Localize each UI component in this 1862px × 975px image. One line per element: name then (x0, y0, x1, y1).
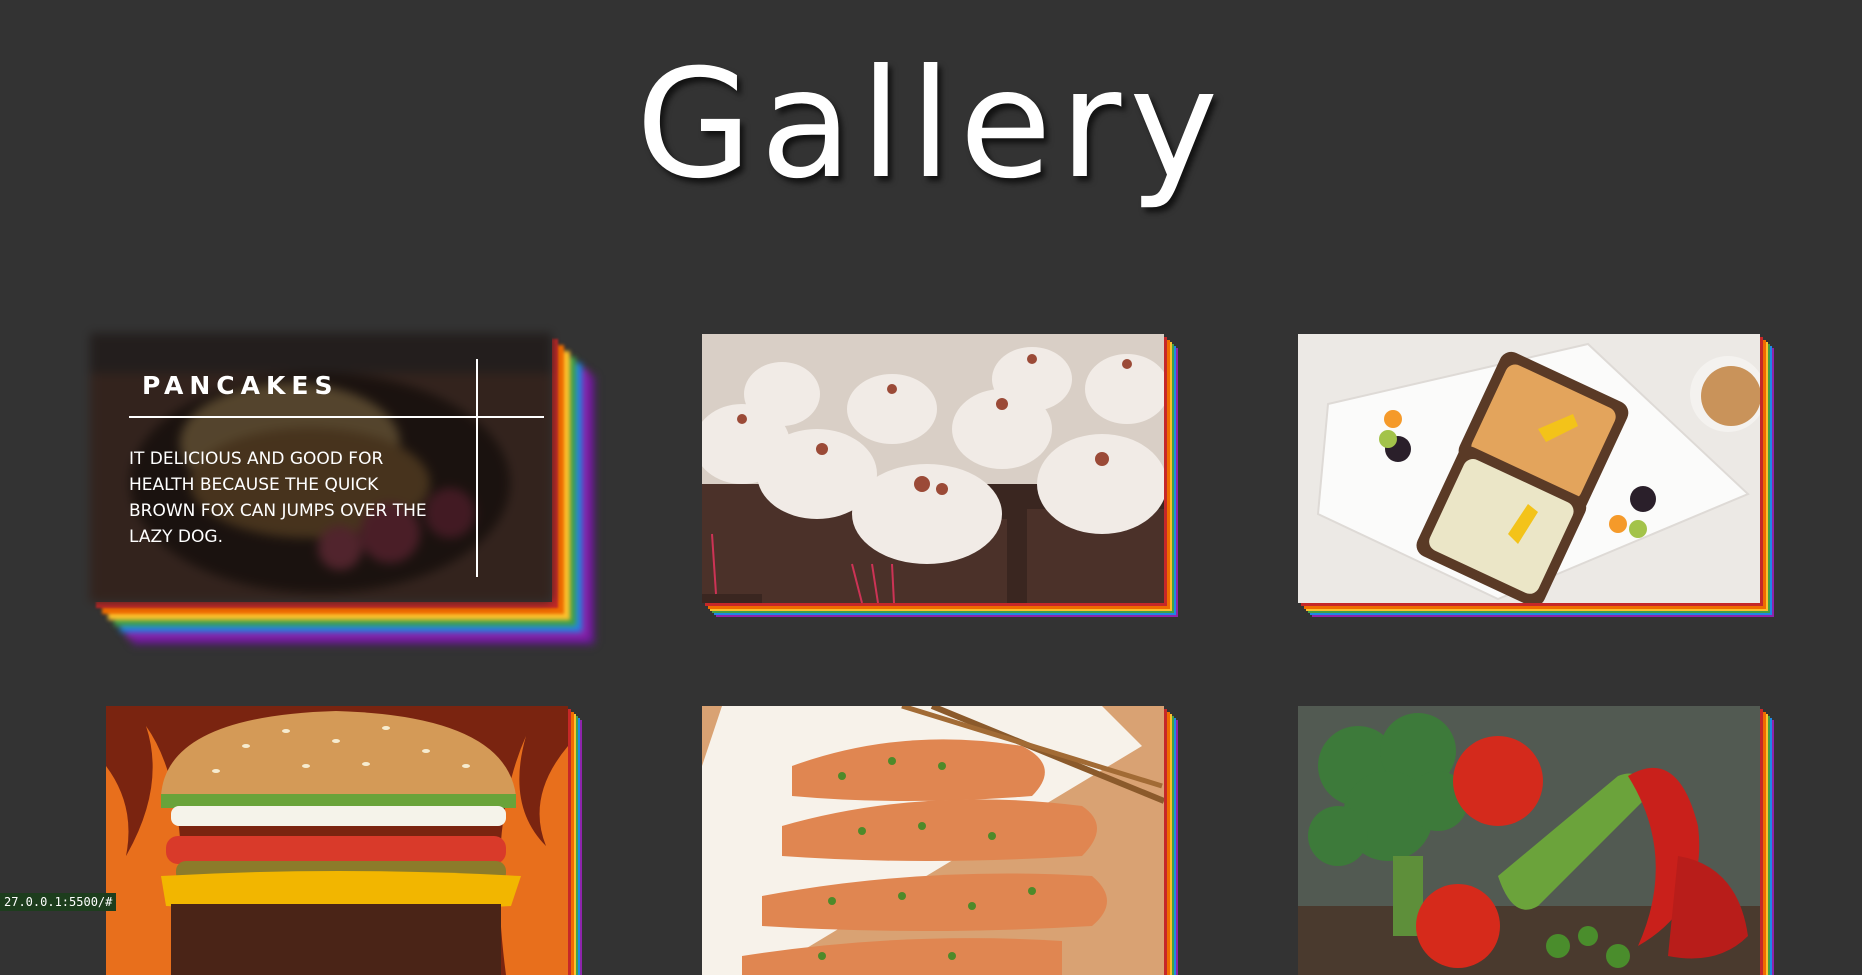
gallery-card-pancakes[interactable]: PANCAKES IT DELICIOUS AND GOOD FOR HEALT… (90, 333, 552, 602)
card-divider-vertical (476, 359, 478, 577)
gallery-card-burger[interactable] (106, 706, 568, 975)
vegetables-image (1298, 706, 1760, 975)
gallery-card-vegetables[interactable] (1298, 706, 1760, 975)
toast-plate-image (1298, 334, 1760, 603)
card-title: PANCAKES (142, 371, 339, 400)
gallery-card-toast[interactable] (1298, 334, 1760, 603)
cheeseburger-image (106, 706, 568, 975)
salmon-image (702, 706, 1164, 975)
gallery-card-cupcakes[interactable] (702, 334, 1164, 603)
card-description: IT DELICIOUS AND GOOD FOR HEALTH BECAUSE… (129, 449, 427, 547)
status-bar-url: 27.0.0.1:5500/# (0, 893, 117, 911)
card-overlay: PANCAKES IT DELICIOUS AND GOOD FOR HEALT… (90, 333, 552, 602)
card-divider-horizontal (129, 416, 544, 418)
page-title: Gallery (635, 38, 1227, 212)
gallery-card-salmon[interactable] (702, 706, 1164, 975)
cupcakes-image (702, 334, 1164, 603)
